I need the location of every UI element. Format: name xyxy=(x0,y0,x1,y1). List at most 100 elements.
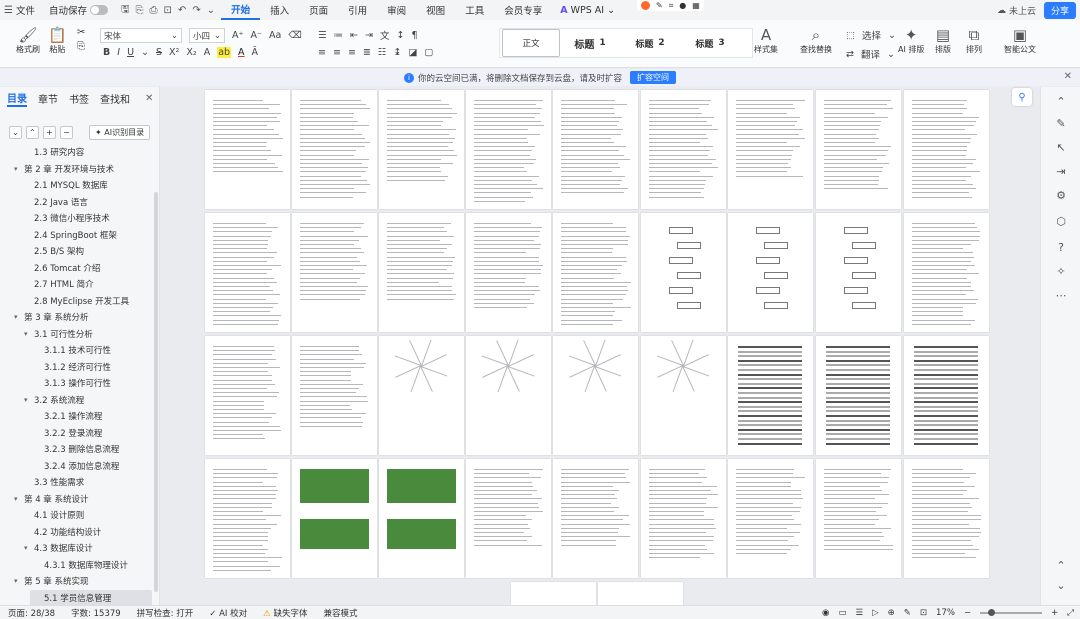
arrow-up-icon[interactable]: ⌃ xyxy=(1053,93,1069,109)
chevron-down-icon[interactable]: ⌄ xyxy=(207,5,215,16)
line-spacing-icon[interactable]: ↨ xyxy=(393,47,401,58)
clear-format-icon[interactable]: ⌫ xyxy=(288,30,301,41)
chevron-down-icon[interactable]: ▾ xyxy=(14,577,24,585)
fit-page-icon[interactable]: ⊡ xyxy=(920,608,927,618)
page-thumbnail[interactable] xyxy=(466,90,551,209)
autosave-toggle[interactable]: 自动保存 xyxy=(42,0,115,20)
tab-toc[interactable]: 目录 xyxy=(7,90,27,107)
grow-font-icon[interactable]: A⁺ xyxy=(232,30,244,41)
toc-item[interactable]: 2.8 MyEclipse 开发工具 xyxy=(0,293,152,310)
italic-icon[interactable]: I xyxy=(117,47,120,58)
page-thumbnail[interactable] xyxy=(553,213,638,332)
select-button[interactable]: ⬚ 选择 ⌄ xyxy=(846,28,896,43)
web-view-icon[interactable]: ⊕ xyxy=(888,608,895,618)
tab-find-replace[interactable]: 查找和 xyxy=(100,91,130,106)
tab-menu-5[interactable]: 视图 xyxy=(416,0,455,20)
chevron-down-icon[interactable]: ▾ xyxy=(14,495,24,503)
page-indicator[interactable]: 页面: 28/38 xyxy=(0,607,63,619)
toc-item[interactable]: 3.2.4 添加信息流程 xyxy=(0,458,152,475)
indent-icon[interactable]: ⇥ xyxy=(365,30,373,41)
ai-toc-button[interactable]: ✦ AI识别目录 xyxy=(89,124,151,140)
wps-ai-button[interactable]: A WPS AI ⌄ xyxy=(552,5,623,16)
fullscreen-icon[interactable]: ⤢ xyxy=(1067,608,1074,618)
toc-item[interactable]: 3.2.3 删除信息流程 xyxy=(0,441,152,458)
bold-icon[interactable]: B xyxy=(103,47,110,58)
write-view-icon[interactable]: ✎ xyxy=(904,608,911,618)
page-thumbnail[interactable] xyxy=(379,336,464,455)
page-thumbnail[interactable] xyxy=(904,336,989,455)
bullet-list-icon[interactable]: ☰ xyxy=(318,30,327,41)
font-size-select[interactable]: 小四 ⌄ xyxy=(189,28,225,43)
page-view-icon[interactable]: ▭ xyxy=(838,608,846,618)
zoom-out-icon[interactable]: − xyxy=(964,608,971,618)
word-count[interactable]: 字数: 15379 xyxy=(63,607,129,619)
print-icon[interactable]: ⎙ xyxy=(150,5,158,16)
collapse-right-icon[interactable]: ⇥ xyxy=(1053,163,1069,179)
puzzle-icon[interactable]: ✧ xyxy=(1053,263,1069,279)
preview-icon[interactable]: ⊡ xyxy=(164,5,172,16)
toc-item[interactable]: 2.1 MYSQL 数据库 xyxy=(0,177,152,194)
mic-icon[interactable]: ● xyxy=(679,1,686,10)
style-heading-3[interactable]: 标题 3 xyxy=(680,29,740,57)
format-painter-button[interactable]: 🖌 格式刷 xyxy=(16,26,40,55)
page-thumbnail[interactable] xyxy=(205,90,290,209)
toc-item[interactable]: 1.3 研究内容 xyxy=(0,144,152,161)
tab-menu-0[interactable]: 开始 xyxy=(221,0,261,20)
tab-chapters[interactable]: 章节 xyxy=(38,91,58,106)
chevron-down-icon[interactable]: ⌄ xyxy=(141,47,149,58)
superscript-icon[interactable]: X² xyxy=(169,47,179,58)
chevron-down-icon[interactable]: ▾ xyxy=(14,313,24,321)
toc-item[interactable]: ▾ 第 2 章 开发环境与技术 xyxy=(0,161,152,178)
edit-icon[interactable]: ✎ xyxy=(1053,115,1069,131)
page-thumbnail[interactable] xyxy=(379,459,464,578)
outdent-icon[interactable]: ⇤ xyxy=(350,30,358,41)
page-thumbnail[interactable] xyxy=(728,459,813,578)
page-thumbnail[interactable] xyxy=(816,336,901,455)
page-thumbnail[interactable] xyxy=(379,213,464,332)
close-icon[interactable]: ✕ xyxy=(145,93,153,104)
pen-icon[interactable]: ✎ xyxy=(656,1,663,10)
toc-item[interactable]: 3.2.2 登录流程 xyxy=(0,425,152,442)
page-thumbnail[interactable] xyxy=(904,213,989,332)
translate-button[interactable]: ⇄ 翻译 ⌄ xyxy=(846,47,895,62)
style-normal[interactable]: 正文 xyxy=(502,29,560,57)
page-thumbnail[interactable] xyxy=(728,213,813,332)
chevron-down-icon[interactable]: ▾ xyxy=(24,330,34,338)
layout-button[interactable]: ▤ 排版 xyxy=(935,26,951,55)
sort-icon[interactable]: ↕ xyxy=(396,30,404,41)
justify-icon[interactable]: ≣ xyxy=(363,47,371,58)
cloud-status[interactable]: ☁ 未上云 xyxy=(997,4,1036,18)
page-thumbnail[interactable] xyxy=(904,459,989,578)
toc-item[interactable]: 2.7 HTML 简介 xyxy=(0,276,152,293)
smart-doc-button[interactable]: ▣ 智能公文 xyxy=(1004,26,1036,55)
highlight-icon[interactable]: ab xyxy=(217,47,232,58)
page-thumbnail[interactable] xyxy=(466,213,551,332)
page-thumbnail[interactable] xyxy=(292,213,377,332)
camera-icon[interactable]: ⌗ xyxy=(669,1,674,11)
toc-item[interactable]: 2.5 B/S 架构 xyxy=(0,243,152,260)
text-effect-icon[interactable]: A xyxy=(204,47,211,58)
play-icon[interactable]: ▷ xyxy=(872,608,879,618)
collapse-icon[interactable]: ⌄ xyxy=(9,125,22,139)
scroll-down-icon[interactable]: ⌄ xyxy=(1053,577,1069,593)
font-color-icon[interactable]: A xyxy=(238,47,245,58)
ai-layout-button[interactable]: ✦ AI 排版 xyxy=(898,26,924,55)
toc-scrollbar[interactable] xyxy=(154,192,158,592)
style-heading-1[interactable]: 标题 1 xyxy=(560,29,620,57)
page-thumbnail[interactable] xyxy=(553,459,638,578)
page-thumbnail[interactable] xyxy=(816,459,901,578)
page-thumbnail[interactable] xyxy=(466,459,551,578)
zoom-level[interactable]: 17% xyxy=(936,608,955,618)
chevron-down-icon[interactable]: ▾ xyxy=(14,165,24,173)
page-thumbnail[interactable] xyxy=(205,459,290,578)
toc-item[interactable]: ▾ 3.2 系统流程 xyxy=(0,392,152,409)
save-icon[interactable]: 🖫 xyxy=(121,2,130,19)
close-icon[interactable]: ✕ xyxy=(1064,71,1072,82)
tab-menu-2[interactable]: 页面 xyxy=(299,0,338,20)
align-center-icon[interactable]: ≡ xyxy=(333,47,341,58)
distribute-icon[interactable]: ☷ xyxy=(378,47,387,58)
page-thumbnail[interactable] xyxy=(816,213,901,332)
chinese-layout-icon[interactable]: 文 xyxy=(380,28,390,42)
numbered-list-icon[interactable]: ≔ xyxy=(334,30,344,41)
toc-item[interactable]: ▾ 第 3 章 系统分析 xyxy=(0,309,152,326)
